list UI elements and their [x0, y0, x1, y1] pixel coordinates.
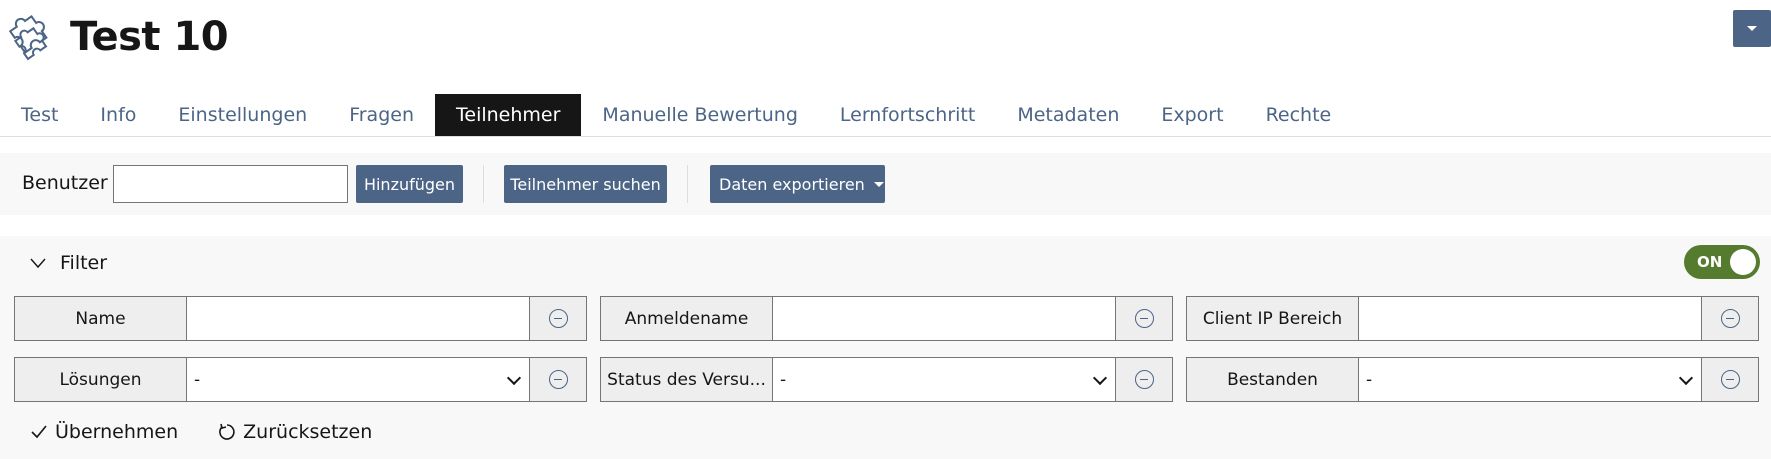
filter-label: Name [15, 297, 187, 340]
status-select[interactable]: - [773, 358, 1116, 401]
checkmark-icon [31, 425, 47, 439]
filter-panel: Filter ON Name Anmeldename Client IP Ber… [0, 236, 1771, 459]
apply-label: Übernehmen [55, 421, 179, 443]
page-title: Test 10 [70, 14, 229, 60]
filter-name: Name [14, 296, 587, 341]
tab-info[interactable]: Info [79, 94, 157, 136]
reset-label: Zurücksetzen [243, 421, 373, 443]
toolbar-separator [483, 165, 484, 203]
tab-manuelle-bewertung[interactable]: Manuelle Bewertung [581, 94, 818, 136]
caret-down-icon [873, 181, 884, 187]
remove-filter-button[interactable] [530, 297, 586, 340]
apply-filter-button[interactable]: Übernehmen [30, 421, 178, 443]
solutions-select[interactable]: - [187, 358, 530, 401]
filter-solutions: Lösungen - [14, 357, 587, 402]
remove-filter-button[interactable] [1702, 297, 1758, 340]
login-input[interactable] [773, 297, 1116, 340]
caret-down-icon [1747, 26, 1757, 31]
toolbar-separator [687, 165, 688, 203]
tab-einstellungen[interactable]: Einstellungen [157, 94, 328, 136]
remove-filter-button[interactable] [1702, 358, 1758, 401]
export-data-label: Daten exportieren [719, 174, 865, 194]
filter-status: Status des Versu... - [600, 357, 1173, 402]
remove-filter-button[interactable] [1116, 358, 1172, 401]
search-participants-button[interactable]: Teilnehmer suchen [504, 165, 667, 203]
name-input[interactable] [187, 297, 530, 340]
filter-label: Client IP Bereich [1187, 297, 1359, 340]
filter-on-switch[interactable]: ON [1684, 245, 1760, 279]
filter-label: Lösungen [15, 358, 187, 401]
reset-filter-button[interactable]: Zurücksetzen [218, 421, 372, 443]
filter-ip: Client IP Bereich [1186, 296, 1759, 341]
reset-icon [219, 423, 235, 440]
user-input[interactable] [113, 165, 348, 203]
export-data-button[interactable]: Daten exportieren [710, 165, 885, 203]
filter-label: Status des Versu... [601, 358, 773, 401]
ip-input[interactable] [1359, 297, 1702, 340]
minus-circle-icon [1134, 309, 1154, 328]
filter-label: Anmeldename [601, 297, 773, 340]
puzzle-icon [8, 14, 48, 61]
select-value: - [1366, 369, 1373, 390]
header-menu-button[interactable] [1733, 10, 1771, 47]
page-header: Test 10 [0, 0, 1771, 80]
add-button[interactable]: Hinzufügen [356, 165, 463, 203]
select-value: - [194, 369, 201, 390]
chevron-down-icon [1092, 370, 1108, 386]
filter-title: Filter [60, 252, 108, 274]
passed-select[interactable]: - [1359, 358, 1702, 401]
minus-circle-icon [1134, 370, 1154, 389]
tab-export[interactable]: Export [1140, 94, 1244, 136]
filter-label: Bestanden [1187, 358, 1359, 401]
filter-passed: Bestanden - [1186, 357, 1759, 402]
minus-circle-icon [548, 370, 568, 389]
select-value: - [780, 369, 787, 390]
tab-bar: Test Info Einstellungen Fragen Teilnehme… [0, 94, 1771, 137]
switch-knob [1730, 249, 1756, 275]
tab-metadaten[interactable]: Metadaten [996, 94, 1140, 136]
remove-filter-button[interactable] [1116, 297, 1172, 340]
filter-toggle-header[interactable]: Filter [30, 252, 107, 274]
filter-actions: Übernehmen Zurücksetzen [30, 421, 412, 443]
tab-lernfortschritt[interactable]: Lernfortschritt [819, 94, 996, 136]
tab-rechte[interactable]: Rechte [1245, 94, 1353, 136]
tab-teilnehmer[interactable]: Teilnehmer [435, 94, 582, 136]
filter-login: Anmeldename [600, 296, 1173, 341]
chevron-down-icon [1678, 370, 1694, 386]
minus-circle-icon [548, 309, 568, 328]
switch-label: ON [1697, 253, 1723, 271]
user-label: Benutzer [22, 172, 108, 194]
remove-filter-button[interactable] [530, 358, 586, 401]
tab-test[interactable]: Test [0, 94, 79, 136]
minus-circle-icon [1720, 309, 1740, 328]
tab-fragen[interactable]: Fragen [328, 94, 435, 136]
minus-circle-icon [1720, 370, 1740, 389]
chevron-down-icon [506, 370, 522, 386]
chevron-down-icon [30, 258, 46, 269]
toolbar: Benutzer Hinzufügen Teilnehmer suchen Da… [0, 153, 1771, 215]
